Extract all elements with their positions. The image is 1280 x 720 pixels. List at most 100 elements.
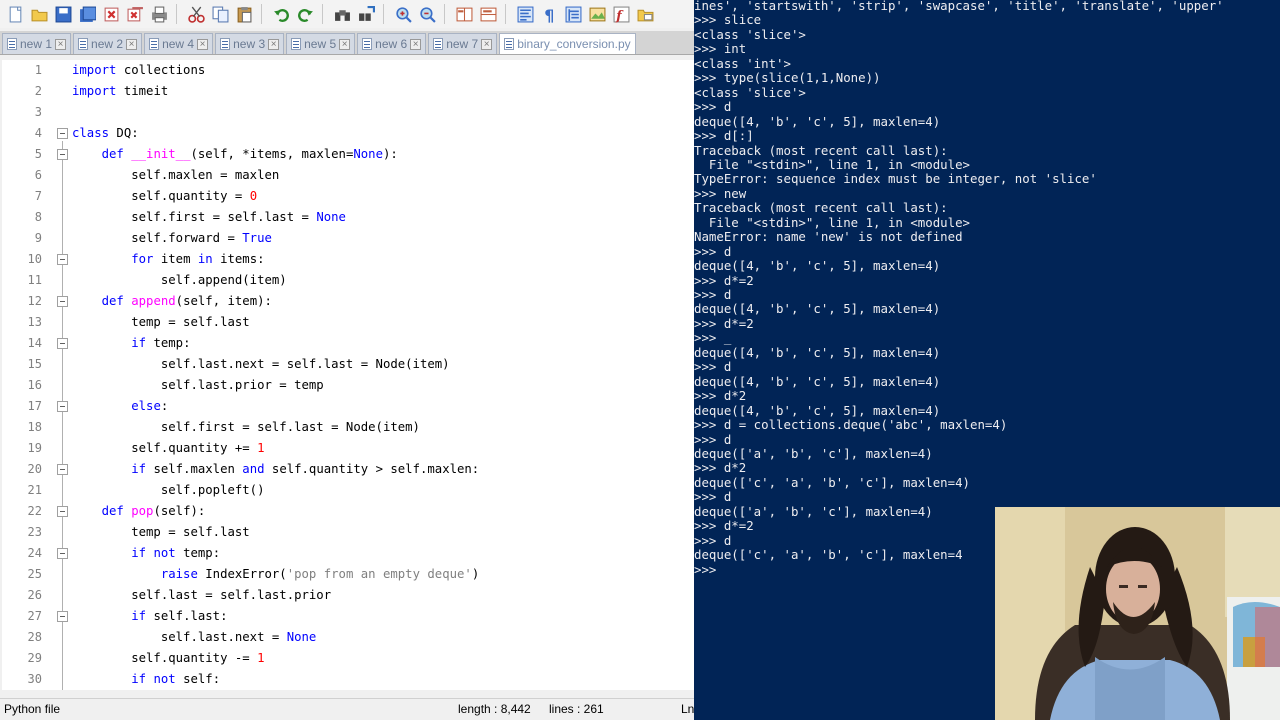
show-all-chars-icon[interactable]: ¶	[538, 3, 561, 25]
notepadpp-window: ¶ f new 1 × new 2 × new 4 × new 3 × new 5 × new 6 × n…	[0, 0, 694, 720]
fold-toggle-icon[interactable]	[57, 338, 68, 349]
code-line[interactable]: 9 self.forward = True	[2, 228, 694, 249]
cut-icon[interactable]	[185, 3, 208, 25]
tab-close-icon[interactable]: ×	[339, 38, 351, 50]
code-line[interactable]: 25 raise IndexError('pop from an empty d…	[2, 564, 694, 585]
code-line[interactable]: 1 import collections	[2, 60, 694, 81]
fold-toggle-icon[interactable]	[57, 149, 68, 160]
save-icon[interactable]	[52, 3, 75, 25]
code-line[interactable]: 30 if not self:	[2, 669, 694, 690]
code-line[interactable]: 27 if self.last:	[2, 606, 694, 627]
sync-h-icon[interactable]	[477, 3, 500, 25]
code-line[interactable]: 28 self.last.next = None	[2, 627, 694, 648]
code-line[interactable]: 18 self.first = self.last = Node(item)	[2, 417, 694, 438]
file-icon	[362, 38, 373, 50]
tab-new-3[interactable]: new 3 ×	[215, 33, 285, 54]
close-all-icon[interactable]	[124, 3, 147, 25]
tab-label: new 3	[233, 37, 266, 51]
code-line[interactable]: 26 self.last = self.last.prior	[2, 585, 694, 606]
code-line[interactable]: 24 if not temp:	[2, 543, 694, 564]
code-text: def append(self, item):	[101, 294, 272, 308]
code-line[interactable]: 10 for item in items:	[2, 249, 694, 270]
code-text: self.first = self.last = Node(item)	[72, 420, 420, 434]
code-line[interactable]: 21 self.popleft()	[2, 480, 694, 501]
tab-close-icon[interactable]: ×	[197, 38, 209, 50]
code-line[interactable]: 16 self.last.prior = temp	[2, 375, 694, 396]
tab-new-5[interactable]: new 5 ×	[286, 33, 356, 54]
fold-toggle-icon[interactable]	[57, 611, 68, 622]
fold-toggle-icon[interactable]	[57, 548, 68, 559]
redo-icon[interactable]	[294, 3, 317, 25]
line-number: 19	[27, 441, 42, 455]
code-line[interactable]: 14 if temp:	[2, 333, 694, 354]
fold-toggle-icon[interactable]	[57, 464, 68, 475]
fold-toggle-icon[interactable]	[57, 254, 68, 265]
fold-toggle-icon[interactable]	[57, 128, 68, 139]
code-line[interactable]: 11 self.append(item)	[2, 270, 694, 291]
zoom-out-icon[interactable]	[416, 3, 439, 25]
code-line[interactable]: 4 class DQ:	[2, 123, 694, 144]
tab-new-2[interactable]: new 2 ×	[73, 33, 143, 54]
code-line[interactable]: 15 self.last.next = self.last = Node(ite…	[2, 354, 694, 375]
code-line[interactable]: 20 if self.maxlen and self.quantity > se…	[2, 459, 694, 480]
replace-icon[interactable]	[355, 3, 378, 25]
console-line: >>> d*=2	[694, 272, 754, 288]
console-line: >>> d*=2	[694, 518, 754, 534]
copy-icon[interactable]	[209, 3, 232, 25]
indent-guide-icon[interactable]	[562, 3, 585, 25]
tab-close-icon[interactable]: ×	[481, 38, 493, 50]
paste-icon[interactable]	[233, 3, 256, 25]
save-all-icon[interactable]	[76, 3, 99, 25]
code-text: temp = self.last	[72, 315, 250, 329]
code-line[interactable]: 22 def pop(self):	[2, 501, 694, 522]
tab-close-icon[interactable]: ×	[126, 38, 138, 50]
code-line[interactable]: 3	[2, 102, 694, 123]
code-line[interactable]: 29 self.quantity -= 1	[2, 648, 694, 669]
tab-close-icon[interactable]: ×	[55, 38, 67, 50]
close-icon[interactable]	[100, 3, 123, 25]
undo-icon[interactable]	[270, 3, 293, 25]
code-line[interactable]: 23 temp = self.last	[2, 522, 694, 543]
tab-close-icon[interactable]: ×	[268, 38, 280, 50]
code-line[interactable]: 7 self.quantity = 0	[2, 186, 694, 207]
code-editor[interactable]: 1 import collections 2 import timeit 3 4 class…	[2, 60, 694, 690]
new-file-icon[interactable]	[4, 3, 27, 25]
code-line[interactable]: 2 import timeit	[2, 81, 694, 102]
sync-v-icon[interactable]	[453, 3, 476, 25]
tab-new-1[interactable]: new 1 ×	[2, 33, 72, 54]
fold-toggle-icon[interactable]	[57, 401, 68, 412]
function-list-icon[interactable]: f	[610, 3, 633, 25]
code-text: self.quantity += 1	[72, 441, 265, 455]
line-number: 24	[27, 546, 42, 560]
tab-new-4[interactable]: new 4 ×	[144, 33, 214, 54]
code-line[interactable]: 13 temp = self.last	[2, 312, 694, 333]
code-line[interactable]: 19 self.quantity += 1	[2, 438, 694, 459]
tab-new-6[interactable]: new 6 ×	[357, 33, 427, 54]
find-icon[interactable]	[331, 3, 354, 25]
code-line[interactable]: 17 else:	[2, 396, 694, 417]
code-line[interactable]: 12 def append(self, item):	[2, 291, 694, 312]
line-number: 14	[27, 336, 42, 350]
code-line[interactable]: 8 self.first = self.last = None	[2, 207, 694, 228]
fold-toggle-icon[interactable]	[57, 296, 68, 307]
open-icon[interactable]	[28, 3, 51, 25]
code-line[interactable]: 5 def __init__(self, *items, maxlen=None…	[2, 144, 694, 165]
code-line[interactable]: 6 self.maxlen = maxlen	[2, 165, 694, 186]
line-number: 20	[27, 462, 42, 476]
tab-binary-conversion-py[interactable]: binary_conversion.py	[499, 33, 636, 54]
file-icon	[7, 38, 17, 50]
console-line: deque([4, 'b', 'c', 5], maxlen=4)	[694, 373, 941, 389]
tab-label: binary_conversion.py	[517, 37, 631, 51]
word-wrap-icon[interactable]	[514, 3, 537, 25]
code-text: self.quantity = 0	[72, 189, 258, 203]
fold-toggle-icon[interactable]	[57, 506, 68, 517]
tab-close-icon[interactable]: ×	[410, 38, 422, 50]
line-number: 28	[27, 630, 42, 644]
zoom-in-icon[interactable]	[392, 3, 415, 25]
print-icon[interactable]	[148, 3, 171, 25]
folder-workspace-icon[interactable]	[634, 3, 657, 25]
console-line: NameError: name 'new' is not defined	[694, 229, 963, 245]
tab-new-7[interactable]: new 7 ×	[428, 33, 498, 54]
line-number: 13	[27, 315, 42, 329]
doc-map-icon[interactable]	[586, 3, 609, 25]
